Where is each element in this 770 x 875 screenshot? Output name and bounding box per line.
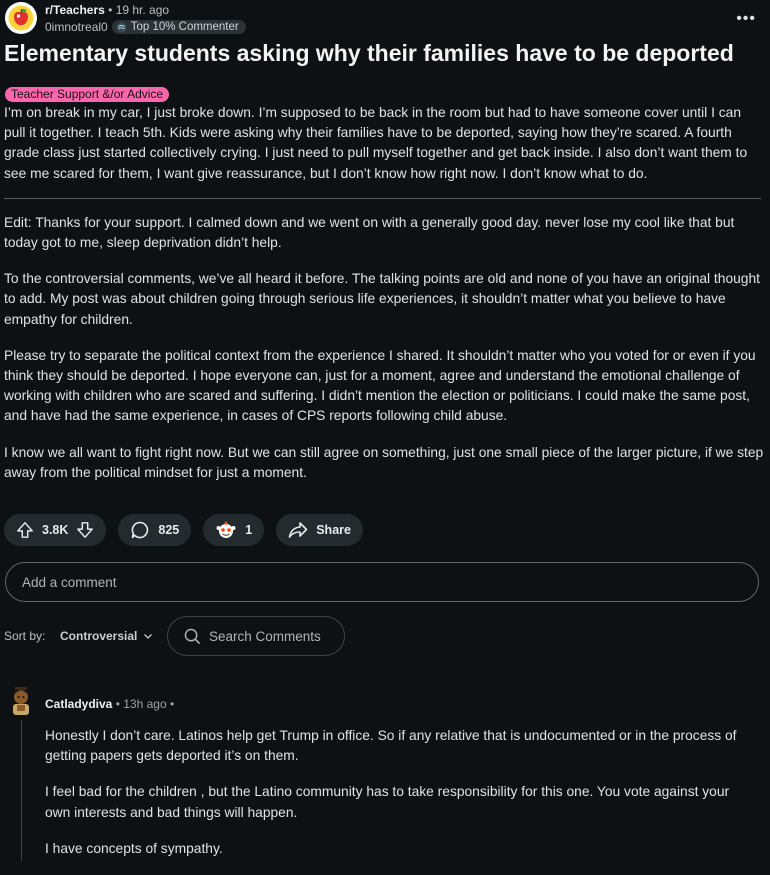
avatar-icon: [13, 687, 29, 715]
sort-label: Sort by:: [4, 629, 46, 643]
comments-button[interactable]: 825: [118, 514, 192, 546]
upvote-icon[interactable]: [16, 521, 34, 539]
subreddit-avatar[interactable]: [5, 2, 37, 34]
search-icon: [184, 628, 201, 644]
vote-count: 3.8K: [42, 523, 69, 537]
share-button[interactable]: Share: [276, 514, 363, 546]
comment-paragraph: Honestly I don’t care. Latinos help get …: [45, 728, 737, 764]
thread-line[interactable]: [21, 720, 22, 861]
post-body: I’m on break in my car, I just broke dow…: [4, 103, 764, 483]
subreddit-name[interactable]: r/Teachers: [45, 3, 105, 17]
body-paragraph: To the controversial comments, we’ve all…: [4, 271, 760, 327]
post-time: 19 hr. ago: [115, 3, 170, 17]
more-options-button[interactable]: •••: [736, 10, 756, 28]
separator-dot: •: [108, 3, 116, 17]
sort-value: Controversial: [60, 629, 138, 643]
apple-icon: [8, 5, 34, 31]
search-comments-input[interactable]: Search Comments: [167, 616, 345, 656]
comment-body: Honestly I don’t care. Latinos help get …: [45, 726, 757, 875]
post-meta: r/Teachers • 19 hr. ago: [45, 3, 169, 17]
comment-paragraph: I have concepts of sympathy.: [45, 840, 223, 856]
award-button[interactable]: 1: [203, 514, 265, 546]
search-placeholder: Search Comments: [209, 628, 321, 644]
share-label: Share: [316, 523, 351, 537]
badge-label: Top 10% Commenter: [130, 21, 239, 33]
post-header: r/Teachers • 19 hr. ago 0imnotreal0 Top …: [4, 2, 764, 38]
separator-dot: •: [169, 697, 175, 711]
comment-meta: Catladydiva • 13h ago •: [45, 697, 174, 711]
award-icon: [216, 521, 236, 538]
sort-dropdown[interactable]: Controversial: [60, 629, 153, 643]
comment-count: 825: [158, 523, 180, 537]
body-paragraph: Please try to separate the political con…: [4, 347, 756, 424]
downvote-icon[interactable]: [76, 521, 94, 539]
avatar[interactable]: [7, 687, 35, 717]
commenter-badge: Top 10% Commenter: [111, 20, 246, 34]
divider: [4, 197, 761, 199]
body-paragraph: I’m on break in my car, I just broke dow…: [4, 105, 748, 181]
share-icon: [288, 522, 308, 538]
comment-time: 13h ago: [123, 697, 167, 711]
comment-paragraph: I feel bad for the children , but the La…: [45, 784, 730, 820]
badge-icon: [116, 21, 127, 33]
chevron-down-icon: [144, 634, 153, 639]
body-paragraph: Edit: Thanks for your support. I calmed …: [4, 214, 735, 251]
award-count: 1: [245, 523, 253, 537]
author-line: 0imnotreal0 Top 10% Commenter: [45, 20, 246, 34]
post-flair[interactable]: Teacher Support &/or Advice: [5, 87, 170, 102]
vote-group: 3.8K: [4, 514, 107, 546]
post-action-bar: 3.8K 825 1 Share: [4, 514, 363, 546]
post-title: Elementary students asking why their fam…: [4, 40, 734, 66]
post-author[interactable]: 0imnotreal0: [45, 20, 108, 34]
add-comment-input[interactable]: Add a comment: [5, 562, 759, 602]
comment-author[interactable]: Catladydiva: [45, 697, 112, 711]
body-paragraph: I know we all want to fight right now. B…: [4, 444, 764, 480]
comment-icon: [132, 521, 149, 539]
